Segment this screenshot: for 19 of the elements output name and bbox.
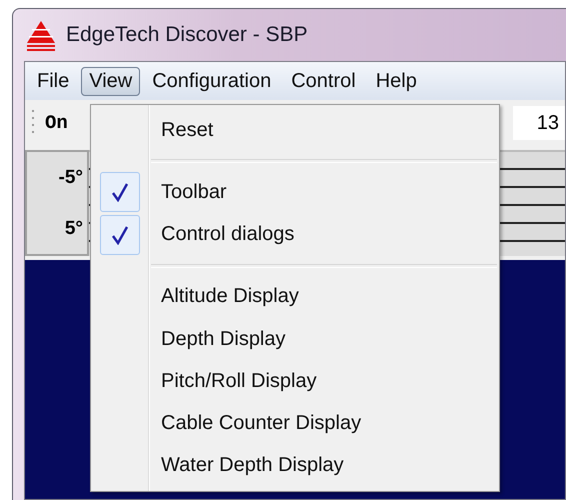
menu-item[interactable]: File xyxy=(29,66,78,96)
menu-item[interactable]: Configuration xyxy=(144,66,280,96)
app-logo-icon xyxy=(24,19,58,51)
menu-entry[interactable]: Water Depth Display xyxy=(161,454,344,478)
menu-entry[interactable]: Depth Display xyxy=(161,328,286,351)
menu-entry[interactable]: Cable Counter Display xyxy=(161,412,362,436)
scale-label: 5° xyxy=(64,218,83,240)
menu-item[interactable]: View xyxy=(81,66,140,96)
menu-entry[interactable]: Pitch/Roll Display xyxy=(161,370,317,393)
menu-item[interactable]: Control xyxy=(283,66,364,96)
scale-label: -5° xyxy=(58,166,83,188)
window-title: EdgeTech Discover - SBP xyxy=(66,23,308,47)
menu-item[interactable]: Help xyxy=(368,66,425,96)
menu-entry[interactable]: Control dialogs xyxy=(161,223,294,246)
menu-entry[interactable]: Reset xyxy=(161,118,214,142)
status-label: On xyxy=(45,112,68,134)
menu-entry[interactable]: Altitude Display xyxy=(161,285,299,308)
menu-entry[interactable]: Toolbar xyxy=(161,180,227,204)
value-field: 13 xyxy=(512,106,565,140)
